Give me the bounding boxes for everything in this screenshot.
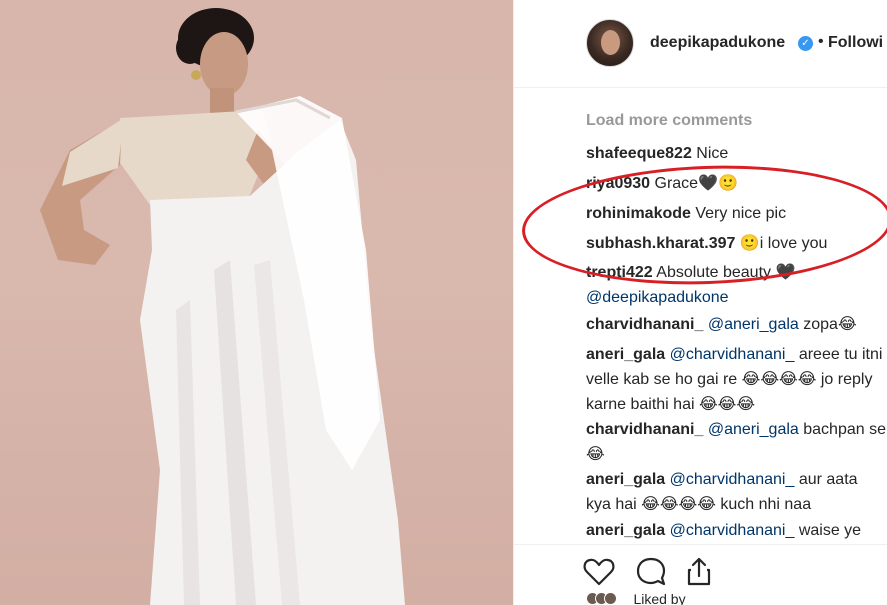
comment-text: zopa😂 xyxy=(798,316,857,333)
heart-icon[interactable] xyxy=(582,555,616,589)
share-icon[interactable] xyxy=(682,555,716,589)
comment-item: aneri_gala @charvidhanani_ areee tu itni… xyxy=(586,342,886,417)
verified-badge-icon: ✓ xyxy=(798,36,813,51)
username-link[interactable]: deepikapadukone xyxy=(650,34,785,52)
comment-username[interactable]: shafeeque822 xyxy=(586,145,692,162)
comment-item: charvidhanani_ @aneri_gala bachpan se😂 xyxy=(586,417,886,467)
comment-username[interactable]: aneri_gala xyxy=(586,346,665,363)
liked-by-row[interactable]: Liked by xyxy=(586,592,886,605)
post-photo[interactable] xyxy=(0,0,513,605)
comment-text: Nice xyxy=(691,145,729,162)
follow-button[interactable]: Followi xyxy=(828,34,883,52)
comment-mention-link[interactable]: @charvidhanani_ xyxy=(665,522,795,539)
comment-username[interactable]: aneri_gala xyxy=(586,522,665,539)
liked-by-text: Liked by xyxy=(633,592,686,605)
load-more-comments-button[interactable]: Load more comments xyxy=(586,112,752,130)
saree-figure-illustration xyxy=(40,8,405,605)
comment-mention-link[interactable]: @deepikapadukone xyxy=(586,289,729,306)
comment-mention-link[interactable]: @charvidhanani_ xyxy=(665,346,795,363)
comment-text: waise ye xyxy=(794,522,862,539)
post-header: deepikapadukone ✓ • Followi xyxy=(514,0,887,88)
avatar-face xyxy=(601,30,620,55)
comment-item: aneri_gala @charvidhanani_ waise ye xyxy=(586,518,886,544)
comment-mention-link[interactable]: @aneri_gala xyxy=(703,316,799,333)
comment-mention-link[interactable]: @aneri_gala xyxy=(703,421,799,438)
comment-item: shafeeque822 Nice xyxy=(586,141,886,166)
separator-dot: • xyxy=(818,33,824,50)
comment-username[interactable]: charvidhanani_ xyxy=(586,421,703,438)
comment-item: charvidhanani_ @aneri_gala zopa😂 xyxy=(586,312,886,337)
comment-item: aneri_gala @charvidhanani_ aur aata kya … xyxy=(586,467,886,517)
comment-mention-link[interactable]: @charvidhanani_ xyxy=(665,471,795,488)
comment-bubble-icon[interactable] xyxy=(634,555,668,589)
comment-username[interactable]: charvidhanani_ xyxy=(586,316,703,333)
avatar[interactable] xyxy=(586,19,634,67)
comment-username[interactable]: aneri_gala xyxy=(586,471,665,488)
liker-avatar xyxy=(604,592,617,605)
post-side-panel: deepikapadukone ✓ • Followi Load more co… xyxy=(514,0,887,605)
